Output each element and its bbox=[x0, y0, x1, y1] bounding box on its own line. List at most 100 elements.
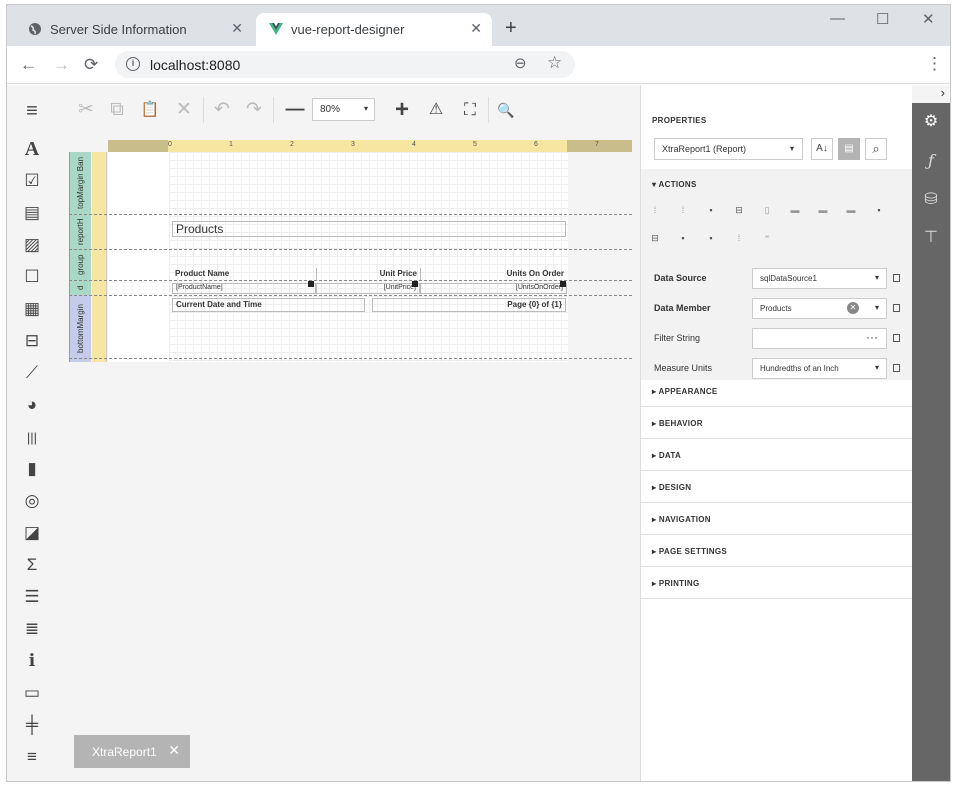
categorized-icon[interactable]: ▤ bbox=[838, 138, 860, 160]
pdf-content-tool-icon[interactable]: ☰ bbox=[20, 585, 44, 609]
hamburger-menu-icon[interactable]: ≡ bbox=[20, 99, 44, 123]
barcode-tool-icon[interactable]: ||| bbox=[20, 425, 44, 449]
properties-gear-icon[interactable]: ⚙ bbox=[921, 112, 941, 132]
align-right-icon[interactable]: ▪ bbox=[705, 205, 717, 215]
band-group-header[interactable]: group bbox=[69, 249, 91, 280]
bring-to-front-icon[interactable]: ▪ bbox=[705, 233, 717, 243]
report-explorer-tree-icon[interactable]: ⊤ bbox=[921, 228, 941, 248]
cross-band-box-tool-icon[interactable]: ▭ bbox=[20, 681, 44, 705]
table-of-contents-tool-icon[interactable]: ≣ bbox=[20, 617, 44, 641]
paste-icon[interactable]: 📋 bbox=[137, 97, 163, 123]
resize-handle[interactable] bbox=[560, 281, 566, 287]
object-selector[interactable]: XtraReport1 (Report) ▾ bbox=[654, 138, 803, 160]
band-bottom-margin[interactable]: bottomMargin bbox=[69, 295, 91, 362]
make-same-width-icon[interactable]: ▬ bbox=[789, 205, 801, 215]
preview-icon[interactable]: 🔍 bbox=[493, 97, 519, 123]
redo-icon[interactable]: ↷ bbox=[241, 97, 267, 123]
property-group-behavior[interactable]: ▸ BEHAVIOR bbox=[641, 407, 913, 439]
actions-header[interactable]: ▾ ACTIONS bbox=[652, 180, 697, 189]
ellipsis-icon[interactable]: ··· bbox=[866, 330, 878, 344]
page-info-tool-icon[interactable]: ℹ bbox=[20, 649, 44, 673]
clear-icon[interactable]: ✕ bbox=[847, 302, 859, 314]
band-report-header[interactable]: reportH bbox=[69, 214, 91, 249]
fullscreen-icon[interactable]: ⛶ bbox=[457, 97, 483, 123]
sort-alphabetical-icon[interactable]: A↓ bbox=[811, 138, 833, 160]
data-source-field[interactable]: sqlDataSource1 ▾ bbox=[752, 268, 887, 289]
panel-tool-icon[interactable]: ☐ bbox=[20, 265, 44, 289]
window-close-button[interactable]: ✕ bbox=[922, 10, 935, 28]
checkbox-tool-icon[interactable]: ☑ bbox=[20, 169, 44, 193]
filter-string-field[interactable]: ··· bbox=[752, 328, 887, 349]
data-member-field[interactable]: Products ✕ ▾ bbox=[752, 298, 887, 319]
cut-icon[interactable]: ✂ bbox=[73, 97, 99, 123]
url-text[interactable]: localhost:8080 bbox=[150, 57, 240, 73]
back-button[interactable]: ← bbox=[20, 55, 37, 75]
property-group-page-settings[interactable]: ▸ PAGE SETTINGS bbox=[641, 535, 913, 567]
align-middle-icon[interactable]: ▯ bbox=[761, 205, 773, 215]
zoom-icon[interactable]: ⊖ bbox=[514, 54, 527, 72]
delete-icon[interactable]: ✕ bbox=[171, 97, 197, 123]
footer-page-info[interactable]: Page {0} of {1} bbox=[372, 298, 566, 312]
site-info-icon[interactable]: i bbox=[126, 57, 140, 71]
footer-date-time[interactable]: Current Date and Time bbox=[172, 298, 365, 312]
gauge-tool-icon[interactable]: ◎ bbox=[20, 489, 44, 513]
center-horizontally-icon[interactable]: ⊟ bbox=[649, 233, 661, 243]
new-tab-button[interactable]: + bbox=[505, 18, 517, 38]
maximize-button[interactable]: ☐ bbox=[876, 10, 889, 28]
tab-close-icon[interactable]: ✕ bbox=[470, 20, 482, 37]
align-to-grid-icon[interactable]: ⁼ bbox=[761, 233, 773, 243]
zoom-in-icon[interactable]: + bbox=[389, 97, 415, 123]
picture-tool-icon[interactable]: ▨ bbox=[20, 233, 44, 257]
forward-button[interactable]: → bbox=[53, 55, 70, 75]
detail-unit-price[interactable]: [UnitPrice] bbox=[316, 283, 420, 294]
cross-band-line-tool-icon[interactable]: ╪ bbox=[20, 713, 44, 737]
tab-server-side-information[interactable]: Server Side Information ✕ bbox=[15, 13, 253, 46]
property-group-printing[interactable]: ▸ PRINTING bbox=[641, 567, 913, 599]
detail-units-on-order[interactable]: [UnitsOnOrder] bbox=[420, 283, 567, 294]
table-tool-icon[interactable]: ▦ bbox=[20, 297, 44, 321]
copy-icon[interactable]: ⧉ bbox=[104, 97, 130, 123]
property-marker-icon[interactable] bbox=[893, 304, 900, 312]
report-page[interactable]: Products Product Name Unit Price Units O… bbox=[108, 152, 568, 362]
zoom-out-icon[interactable]: — bbox=[282, 97, 308, 123]
sparkline-tool-icon[interactable]: ◪ bbox=[20, 521, 44, 545]
report-title-label[interactable]: Products bbox=[172, 221, 566, 237]
tab-close-icon[interactable]: ✕ bbox=[231, 20, 243, 37]
size-to-grid-icon[interactable]: ▪ bbox=[873, 205, 885, 215]
label-tool-icon[interactable]: A bbox=[20, 137, 44, 161]
expressions-f-icon[interactable]: ƒ bbox=[921, 151, 941, 171]
detail-product-name[interactable]: [ProductName] bbox=[172, 283, 316, 294]
property-group-navigation[interactable]: ▸ NAVIGATION bbox=[641, 503, 913, 535]
zoom-select[interactable]: 80% ▾ bbox=[312, 98, 375, 121]
make-same-height-icon[interactable]: ▬ bbox=[817, 205, 829, 215]
browser-menu-icon[interactable]: ⋮ bbox=[926, 54, 943, 74]
align-left-icon[interactable]: ⁞ bbox=[649, 205, 661, 215]
field-list-database-icon[interactable]: ⛁ bbox=[921, 190, 941, 210]
line-tool-icon[interactable]: ⟋ bbox=[20, 361, 44, 385]
document-tab-xtrareport1[interactable]: XtraReport1 ✕ bbox=[74, 735, 190, 768]
validate-bindings-icon[interactable]: ⚠ bbox=[423, 97, 449, 123]
property-group-design[interactable]: ▸ DESIGN bbox=[641, 471, 913, 503]
character-comb-tool-icon[interactable]: ⊟ bbox=[20, 329, 44, 353]
property-group-appearance[interactable]: ▸ APPEARANCE bbox=[641, 375, 913, 407]
richtext-tool-icon[interactable]: ▤ bbox=[20, 201, 44, 225]
make-same-size-icon[interactable]: ▬ bbox=[845, 205, 857, 215]
shape-tool-icon[interactable]: ◕ bbox=[20, 393, 44, 417]
property-group-data[interactable]: ▸ DATA bbox=[641, 439, 913, 471]
align-center-icon[interactable]: ⁞ bbox=[677, 205, 689, 215]
property-marker-icon[interactable] bbox=[893, 364, 900, 372]
collapse-panel[interactable]: › bbox=[912, 85, 950, 103]
band-detail[interactable]: d bbox=[69, 280, 91, 295]
chevron-right-icon[interactable]: › bbox=[941, 85, 945, 100]
page-break-tool-icon[interactable]: ≡ bbox=[20, 745, 44, 769]
align-top-icon[interactable]: ⊟ bbox=[733, 205, 745, 215]
report-design-surface[interactable]: 0 1 2 3 4 5 6 7 topMargin Ban reportH group d b… bbox=[69, 140, 632, 362]
send-to-back-icon[interactable]: ⁞ bbox=[733, 233, 745, 243]
summary-tool-icon[interactable]: Σ bbox=[20, 553, 44, 577]
tab-vue-report-designer[interactable]: vue-report-designer ✕ bbox=[256, 13, 492, 46]
property-marker-icon[interactable] bbox=[893, 334, 900, 342]
omnibox[interactable]: i localhost:8080 ⊖ ☆ bbox=[115, 51, 575, 78]
property-marker-icon[interactable] bbox=[893, 274, 900, 282]
chart-tool-icon[interactable]: ▮ bbox=[20, 457, 44, 481]
resize-handle[interactable] bbox=[412, 281, 418, 287]
